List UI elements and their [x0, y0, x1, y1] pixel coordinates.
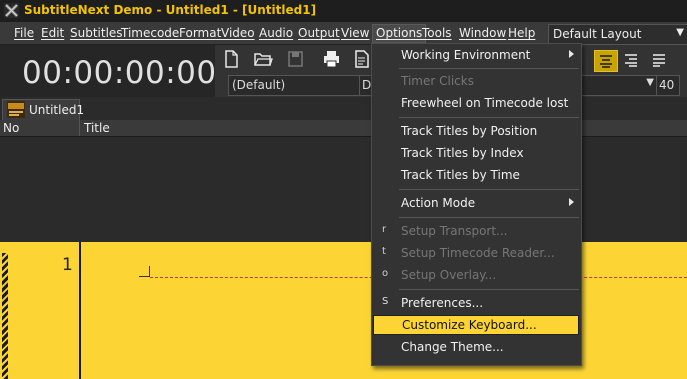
- open-folder-icon[interactable]: [251, 48, 275, 70]
- menu-output[interactable]: Output: [298, 25, 340, 42]
- column-header-title[interactable]: Title: [84, 121, 110, 135]
- column-header-no[interactable]: No: [3, 121, 19, 135]
- menu-item-track-by-time[interactable]: Track Titles by Time: [372, 165, 581, 185]
- layout-select-value: Default Layout: [553, 27, 642, 41]
- row-marker-top: [2, 242, 8, 253]
- menu-separator: [399, 117, 579, 118]
- shortcut-key: r: [382, 224, 387, 235]
- new-file-icon[interactable]: [219, 48, 243, 70]
- menu-tools[interactable]: Tools: [422, 25, 452, 42]
- document-tab-strip: [0, 97, 687, 119]
- menu-item-working-environment[interactable]: Working Environment: [372, 45, 581, 65]
- chevron-down-icon: ▼: [676, 27, 684, 38]
- menu-item-preferences[interactable]: S Preferences...: [372, 293, 581, 313]
- submenu-arrow-icon: [569, 198, 574, 206]
- style-select-value: (Default): [232, 78, 286, 92]
- menu-bar: File Edit Subtitles Timecode Format Vide…: [0, 22, 687, 45]
- menu-separator: [399, 289, 579, 290]
- app-logo-icon: [4, 3, 19, 18]
- row-column-divider: [79, 242, 81, 379]
- submenu-arrow-icon: [569, 50, 574, 58]
- menu-file[interactable]: File: [14, 25, 34, 42]
- menu-timecode[interactable]: Timecode: [121, 25, 179, 42]
- size-dropdown[interactable]: ▼: [578, 75, 658, 96]
- menu-item-track-by-position[interactable]: Track Titles by Position: [372, 121, 581, 141]
- align-right-icon[interactable]: [620, 50, 642, 70]
- menu-item-action-mode[interactable]: Action Mode: [372, 193, 581, 213]
- menu-item-freewheel[interactable]: Freewheel on Timecode lost: [372, 93, 581, 113]
- font-select-value: D: [362, 78, 372, 92]
- menu-separator: [399, 68, 579, 69]
- document-thumbnail-icon: [7, 101, 25, 118]
- options-menu: Working Environment Timer Clicks Freewhe…: [371, 43, 582, 366]
- text-area-corner-marker-vertical: [149, 266, 150, 277]
- menu-item-customize-keyboard[interactable]: Customize Keyboard...: [373, 315, 579, 335]
- timecode-display: 00:00:00:00: [22, 55, 217, 91]
- menu-item-setup-overlay[interactable]: o Setup Overlay...: [372, 265, 581, 285]
- shortcut-key: S: [382, 296, 389, 307]
- row-marker: [2, 253, 8, 379]
- menu-video[interactable]: Video: [221, 25, 255, 42]
- menu-options[interactable]: Options: [372, 24, 427, 43]
- align-justify-icon[interactable]: [648, 50, 670, 70]
- tab-untitled1[interactable]: Untitled1: [2, 99, 84, 120]
- style-select[interactable]: (Default): [228, 75, 360, 96]
- menu-item-setup-timecode-reader[interactable]: t Setup Timecode Reader...: [372, 243, 581, 263]
- menu-separator: [399, 217, 579, 218]
- menu-view[interactable]: View: [341, 25, 369, 42]
- print-icon[interactable]: [319, 48, 343, 70]
- menu-item-setup-transport[interactable]: r Setup Transport...: [372, 221, 581, 241]
- row-number: 1: [62, 255, 73, 275]
- menu-edit[interactable]: Edit: [41, 25, 64, 42]
- column-divider[interactable]: [79, 120, 80, 136]
- layout-select[interactable]: Default Layout ▼: [548, 24, 687, 45]
- save-icon[interactable]: [283, 48, 307, 70]
- subtitle-list-header: No Title: [0, 120, 687, 137]
- document-icon[interactable]: [349, 48, 373, 70]
- tab-label: Untitled1: [29, 103, 85, 117]
- shortcut-key: t: [382, 246, 386, 257]
- align-center-icon[interactable]: [594, 50, 618, 72]
- menu-audio[interactable]: Audio: [259, 25, 293, 42]
- menu-subtitles[interactable]: Subtitles: [70, 25, 123, 42]
- window-title: SubtitleNext Demo - Untitled1 - [Untitle…: [24, 3, 317, 17]
- subtitle-row-selected[interactable]: [0, 242, 687, 379]
- menu-item-track-by-index[interactable]: Track Titles by Index: [372, 143, 581, 163]
- menu-window[interactable]: Window: [459, 25, 506, 42]
- font-size-value: 40: [659, 78, 675, 92]
- shortcut-key: o: [382, 268, 389, 279]
- font-size-field[interactable]: 40: [656, 75, 680, 96]
- menu-help[interactable]: Help: [508, 25, 535, 42]
- menu-item-change-theme[interactable]: Change Theme...: [372, 337, 581, 357]
- menu-format[interactable]: Format: [179, 25, 221, 42]
- chevron-down-icon: ▼: [646, 77, 654, 88]
- subtitle-list-empty-area[interactable]: [0, 137, 687, 242]
- menu-separator: [399, 189, 579, 190]
- menu-item-timer-clicks[interactable]: Timer Clicks: [372, 71, 581, 91]
